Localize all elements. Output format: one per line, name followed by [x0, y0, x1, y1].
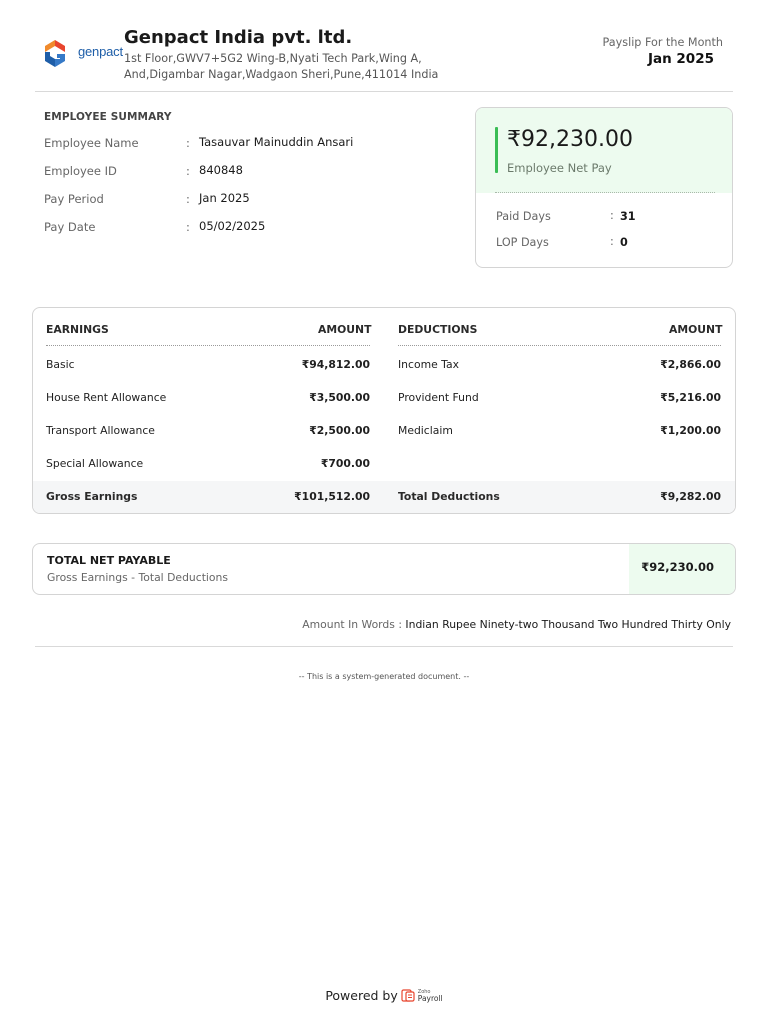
total-deductions-amount: ₹9,282.00: [660, 490, 721, 503]
summary-value: 840848: [199, 163, 243, 177]
lop-days-row: LOP Days : 0: [496, 235, 716, 252]
earning-label: Basic: [46, 358, 75, 371]
earning-label: Special Allowance: [46, 457, 144, 470]
summary-colon: :: [186, 220, 190, 234]
deductions-header-divider: [398, 345, 721, 346]
earning-amount: ₹2,500.00: [309, 424, 370, 437]
payslip-for-month-label: Payslip For the Month: [602, 36, 723, 49]
address-line-1: 1st Floor,GWV7+5G2 Wing-B,Nyati Tech Par…: [124, 52, 422, 65]
total-net-payable-title: TOTAL NET PAYABLE: [47, 554, 171, 567]
summary-colon: :: [186, 164, 190, 178]
summary-colon: :: [186, 136, 190, 150]
company-address: 1st Floor,GWV7+5G2 Wing-B,Nyati Tech Par…: [124, 51, 464, 82]
summary-row-employee-name: Employee Name : Tasauvar Mainuddin Ansar…: [44, 135, 454, 154]
summary-row-pay-date: Pay Date : 05/02/2025: [44, 219, 454, 238]
summary-label: Pay Period: [44, 192, 104, 206]
deductions-header: DEDUCTIONS: [398, 323, 478, 336]
net-pay-amount: ₹92,230.00: [507, 127, 633, 152]
company-logo: genpact: [43, 39, 123, 69]
total-net-payable-subtitle: Gross Earnings - Total Deductions: [47, 571, 229, 584]
earning-label: House Rent Allowance: [46, 391, 167, 404]
earning-amount: ₹700.00: [320, 457, 370, 470]
gross-earnings-amount: ₹101,512.00: [294, 490, 370, 503]
genpact-logo-icon: [45, 40, 65, 67]
total-deductions-label: Total Deductions: [398, 490, 500, 503]
paid-days-label: Paid Days: [496, 210, 551, 223]
days-colon: :: [610, 235, 614, 248]
net-pay-label: Employee Net Pay: [507, 161, 612, 175]
summary-value: Tasauvar Mainuddin Ansari: [199, 135, 354, 149]
summary-colon: :: [186, 192, 190, 206]
net-pay-divider: [495, 192, 715, 193]
summary-row-employee-id: Employee ID : 840848: [44, 163, 454, 182]
payslip-header: genpact Genpact India pvt. ltd. 1st Floo…: [35, 26, 733, 92]
zoho-payroll-icon: [401, 989, 415, 1002]
earning-amount: ₹3,500.00: [309, 391, 370, 404]
section-divider: [35, 646, 733, 647]
lop-days-value: 0: [620, 236, 628, 249]
summary-label: Employee ID: [44, 164, 117, 178]
amount-in-words-value: Indian Rupee Ninety-two Thousand Two Hun…: [405, 618, 731, 631]
deduction-label: Mediclaim: [398, 424, 453, 437]
footer: Powered by Zoho Payroll: [0, 988, 768, 1003]
gross-earnings-label: Gross Earnings: [46, 490, 138, 503]
employee-summary-title: EMPLOYEE SUMMARY: [44, 111, 172, 123]
total-net-payable-amount: ₹92,230.00: [641, 560, 714, 574]
powered-by-text: Powered by: [325, 988, 398, 1003]
deduction-amount: ₹1,200.00: [660, 424, 721, 437]
net-pay-accent-bar: [495, 127, 498, 173]
company-name: Genpact India pvt. ltd.: [124, 27, 353, 48]
logo-wordmark: genpact: [78, 44, 123, 59]
summary-value: Jan 2025: [199, 191, 250, 205]
earning-label: Transport Allowance: [46, 424, 155, 437]
address-line-2: And,Digambar Nagar,Wadgaon Sheri,Pune,41…: [124, 67, 439, 81]
payslip-month: Jan 2025: [647, 51, 714, 67]
summary-label: Pay Date: [44, 220, 96, 234]
zoho-payroll-wordmark: Zoho Payroll: [418, 989, 443, 1003]
summary-row-pay-period: Pay Period : Jan 2025: [44, 191, 454, 210]
net-pay-card: ₹92,230.00 Employee Net Pay Paid Days : …: [475, 107, 733, 268]
paid-days-row: Paid Days : 31: [496, 209, 716, 226]
earning-amount: ₹94,812.00: [301, 358, 370, 371]
summary-value: 05/02/2025: [199, 219, 266, 233]
days-colon: :: [610, 209, 614, 222]
earnings-amount-header: AMOUNT: [318, 323, 372, 336]
amount-in-words-label: Amount In Words :: [302, 618, 406, 631]
deduction-label: Income Tax: [398, 358, 459, 371]
lop-days-label: LOP Days: [496, 236, 549, 249]
payroll-brand-name: Payroll: [417, 993, 443, 1003]
total-net-payable-card: TOTAL NET PAYABLE Gross Earnings - Total…: [32, 543, 736, 595]
earnings-header-divider: [46, 345, 370, 346]
paid-days-value: 31: [620, 210, 636, 223]
earnings-header: EARNINGS: [46, 323, 109, 336]
total-net-payable-highlight: ₹92,230.00: [629, 544, 735, 594]
system-generated-note: -- This is a system-generated document. …: [298, 672, 470, 681]
amount-in-words: Amount In Words : Indian Rupee Ninety-tw…: [302, 618, 731, 631]
net-pay-highlight: ₹92,230.00 Employee Net Pay: [476, 108, 732, 193]
deduction-label: Provident Fund: [398, 391, 479, 404]
deductions-amount-header: AMOUNT: [669, 323, 723, 336]
deduction-amount: ₹2,866.00: [660, 358, 721, 371]
deduction-amount: ₹5,216.00: [660, 391, 721, 404]
earnings-deductions-table: EARNINGS AMOUNT DEDUCTIONS AMOUNT Basic …: [32, 307, 736, 514]
summary-label: Employee Name: [44, 136, 139, 150]
